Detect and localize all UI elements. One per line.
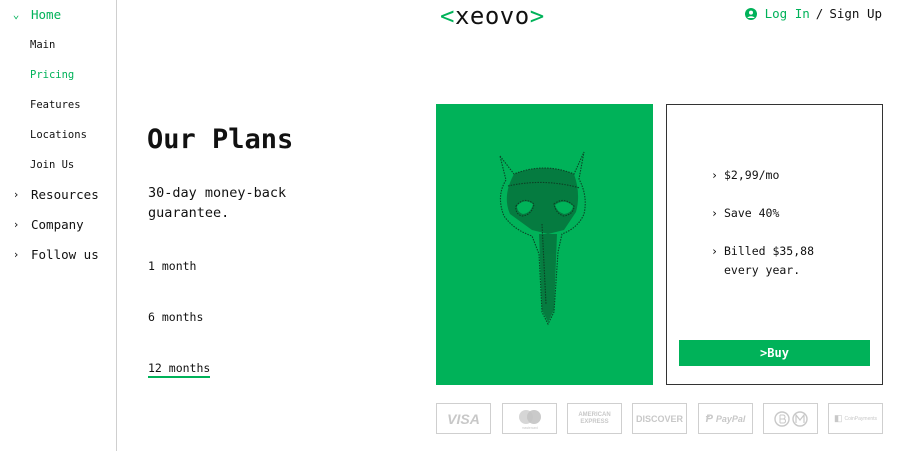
auth-links: Log In / Sign Up: [744, 6, 882, 21]
sidebar-item-pricing[interactable]: Pricing: [30, 69, 74, 81]
plan-feature-savings: › Save 40%: [711, 204, 779, 223]
visa-logo: VISA: [436, 403, 491, 434]
logo-close-bracket: >: [529, 2, 545, 30]
mastercard-icon: mastercard: [518, 409, 541, 430]
coinpayments-icon: ◧: [833, 413, 843, 423]
logo[interactable]: <xeovo>: [440, 2, 545, 30]
svg-text:mastercard: mastercard: [522, 426, 538, 430]
chevron-right-icon: ›: [711, 244, 718, 258]
sidebar-item-locations[interactable]: Locations: [30, 129, 87, 141]
chevron-right-icon: ›: [12, 248, 20, 261]
hero-image: [436, 104, 653, 385]
plan-card: › $2,99/mo › Save 40% › Billed $35,88 ev…: [666, 104, 883, 385]
chevron-right-icon: ›: [711, 206, 718, 220]
sidebar-item-resources[interactable]: › Resources: [0, 187, 99, 202]
sidebar-item-label: Company: [31, 217, 84, 232]
sidebar-item-label: Home: [31, 7, 62, 22]
plan-option-6-months[interactable]: 6 months: [148, 310, 203, 324]
paypal-logo: Ᵽ PayPal: [698, 403, 753, 434]
sidebar-item-follow-us[interactable]: › Follow us: [0, 247, 99, 262]
sidebar-item-main[interactable]: Main: [30, 39, 55, 51]
sidebar-item-features[interactable]: Features: [30, 99, 81, 111]
discover-logo: DISCOVER: [632, 403, 687, 434]
logo-text: xeovo: [454, 2, 530, 30]
paypal-icon: Ᵽ: [705, 412, 713, 425]
sidebar-item-label: Follow us: [31, 247, 99, 262]
plan-feature-price: › $2,99/mo: [711, 166, 779, 185]
sidebar: ⌄ Home Main Pricing Features Locations J…: [0, 0, 117, 451]
plan-option-1-month[interactable]: 1 month: [148, 259, 196, 273]
buy-button[interactable]: >Buy: [679, 340, 870, 366]
login-link[interactable]: Log In: [765, 6, 810, 21]
plague-doctor-mask-icon: [499, 151, 586, 326]
crypto-logo: [763, 403, 818, 434]
amex-logo: AMERICAN EXPRESS: [567, 403, 622, 434]
signup-link[interactable]: Sign Up: [829, 6, 882, 21]
chevron-right-icon: ›: [12, 188, 20, 201]
chevron-right-icon: ›: [711, 168, 718, 182]
plan-feature-billing: › Billed $35,88 every year.: [711, 242, 831, 280]
sidebar-item-company[interactable]: › Company: [0, 217, 84, 232]
sidebar-item-join-us[interactable]: Join Us: [30, 159, 74, 171]
sidebar-item-home[interactable]: ⌄ Home: [0, 7, 61, 22]
plans-subtitle: 30-day money-back guarantee.: [148, 185, 287, 221]
crypto-coins-icon: [773, 410, 808, 427]
plan-option-12-months[interactable]: 12 months: [148, 361, 211, 378]
logo-open-bracket: <: [440, 2, 455, 30]
chevron-right-icon: ›: [12, 218, 20, 231]
mastercard-logo: mastercard: [502, 403, 557, 434]
sidebar-item-label: Resources: [31, 187, 99, 202]
user-icon: [744, 7, 757, 20]
chevron-down-icon: ⌄: [12, 8, 20, 21]
coinpayments-logo: ◧ CoinPayments: [828, 403, 883, 434]
auth-separator: /: [815, 6, 824, 21]
page-title: Our Plans: [147, 124, 294, 155]
